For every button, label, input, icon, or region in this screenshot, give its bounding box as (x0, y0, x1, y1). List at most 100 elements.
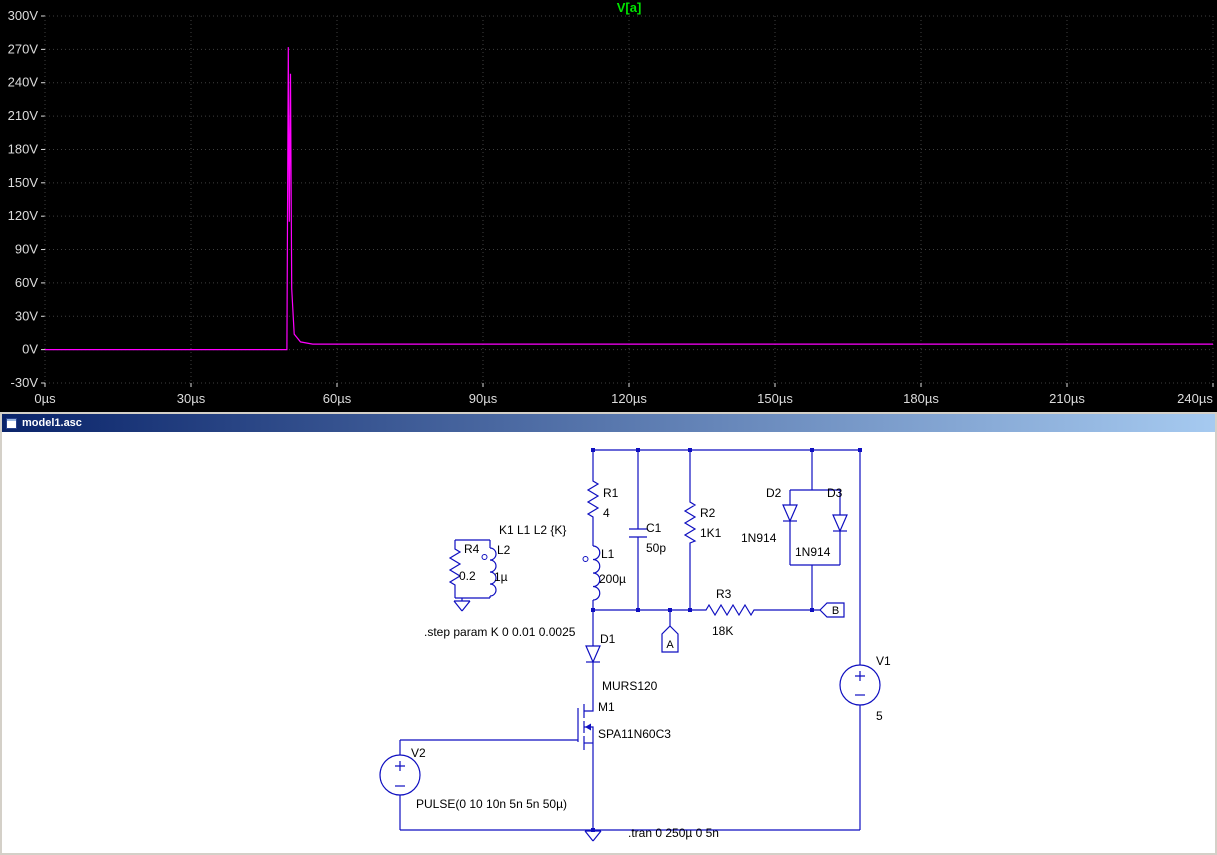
junction-dot (858, 448, 862, 452)
component-D1[interactable]: D1 MURS120 (585, 632, 658, 693)
x-tick-label: 90µs (469, 391, 498, 406)
component-value[interactable]: 1µ (494, 570, 508, 584)
component-value[interactable]: 200µ (599, 572, 626, 586)
y-tick-label: 0V (22, 342, 38, 357)
y-tick-label: 60V (15, 275, 38, 290)
component-value[interactable]: PULSE(0 10 10n 5n 5n 50µ) (416, 797, 567, 811)
component-label[interactable]: R4 (464, 542, 480, 556)
y-tick-label: 270V (8, 41, 39, 56)
component-label[interactable]: D2 (766, 486, 782, 500)
component-label[interactable]: V1 (876, 654, 891, 668)
component-label[interactable]: V2 (411, 746, 426, 760)
junction-dot (636, 448, 640, 452)
schematic-window-title: model1.asc (22, 417, 82, 429)
y-tick-label: 30V (15, 308, 38, 323)
x-tick-label: 0µs (34, 391, 56, 406)
component-R2[interactable]: R2 1K1 (683, 499, 722, 544)
component-label[interactable]: L1 (601, 547, 615, 561)
component-V1[interactable]: V1 5 (839, 654, 891, 723)
component-D2[interactable]: D2 1N914 (741, 486, 798, 545)
component-label[interactable]: D1 (600, 632, 616, 646)
schematic-canvas[interactable]: R1 4 C1 50p R2 1K1 D2 1N914 D3 1N914 R4 … (2, 432, 1215, 853)
diode-symbol (782, 504, 798, 523)
component-value[interactable]: 1N914 (741, 531, 777, 545)
component-label[interactable]: R3 (716, 587, 732, 601)
component-V2[interactable]: V2 PULSE(0 10 10n 5n 5n 50µ) (379, 746, 567, 811)
ground-symbol-main[interactable] (584, 830, 602, 842)
x-tick-label: 150µs (757, 391, 793, 406)
spice-directive-coupling[interactable]: K1 L1 L2 {K} (499, 523, 566, 537)
schematic-window-icon (6, 417, 17, 429)
y-tick-label: 240V (8, 75, 39, 90)
component-label[interactable]: C1 (646, 521, 662, 535)
net-label[interactable]: A (666, 639, 674, 651)
component-label[interactable]: M1 (598, 700, 615, 714)
component-label[interactable]: L2 (497, 543, 511, 557)
component-label[interactable]: R1 (603, 486, 619, 500)
component-R4[interactable]: R4 0.2 (448, 542, 480, 588)
diode-symbol (832, 514, 848, 533)
waveform-pane[interactable]: 300V 270V 240V 210V 180V 150V 120V 90V 60V 30V 0V -… (0, 0, 1217, 412)
y-tick-label: 90V (15, 242, 38, 257)
component-value[interactable]: 5 (876, 709, 883, 723)
component-value[interactable]: 18K (712, 624, 733, 638)
spice-directive-tran[interactable]: .tran 0 250µ 0 5n (628, 826, 719, 840)
junction-dot (668, 608, 672, 612)
component-value[interactable]: 1K1 (700, 526, 722, 540)
capacitor-symbol (629, 528, 647, 538)
component-value[interactable]: 0.2 (459, 569, 476, 583)
spice-directive-step[interactable]: .step param K 0 0.01 0.0025 (424, 625, 576, 639)
component-label[interactable]: R2 (700, 506, 716, 520)
junction-dot (810, 448, 814, 452)
schematic-window-frame: model1.asc R1 4 C1 50p R2 1K1 D2 1N914 D… (0, 412, 1217, 855)
component-L1[interactable]: L1 200µ (582, 545, 626, 601)
y-tick-label: -30V (11, 375, 39, 390)
x-tick-label: 120µs (611, 391, 647, 406)
junction-dot (810, 608, 814, 612)
y-tick-label: 300V (8, 8, 39, 23)
wires (399, 449, 861, 831)
junction-dot (636, 608, 640, 612)
plus-sign (395, 761, 405, 771)
x-tick-label: 210µs (1049, 391, 1085, 406)
component-L2[interactable]: L2 1µ (481, 543, 511, 597)
x-tick-label: 180µs (903, 391, 939, 406)
component-value[interactable]: 50p (646, 541, 666, 555)
net-flag-A[interactable]: A (661, 625, 679, 653)
component-C1[interactable]: C1 50p (629, 521, 666, 555)
y-tick-label: 210V (8, 108, 39, 123)
y-tick-label: 150V (8, 175, 39, 190)
x-tick-label: 30µs (177, 391, 206, 406)
resistor-symbol (703, 603, 757, 617)
plot-title[interactable]: V[a] (617, 0, 642, 15)
net-flag-B[interactable]: B (819, 602, 845, 618)
component-value[interactable]: 4 (603, 506, 610, 520)
waveform-plot[interactable]: 300V 270V 240V 210V 180V 150V 120V 90V 60V 30V 0V -… (0, 0, 1217, 412)
component-R1[interactable]: R1 4 (586, 478, 619, 520)
phase-dot (481, 554, 488, 560)
ground-symbol-aux[interactable] (453, 600, 471, 612)
schematic-pane[interactable]: R1 4 C1 50p R2 1K1 D2 1N914 D3 1N914 R4 … (2, 432, 1215, 853)
resistor-symbol (683, 499, 697, 544)
component-D3[interactable]: D3 1N914 (795, 486, 848, 559)
phase-dot (582, 556, 589, 562)
junction-dot (591, 608, 595, 612)
net-label[interactable]: B (832, 605, 839, 617)
component-value[interactable]: 1N914 (795, 545, 831, 559)
diode-symbol (585, 645, 601, 664)
mosfet-drain-lead (584, 694, 594, 712)
component-M1[interactable]: M1 SPA11N60C3 (577, 694, 671, 758)
junction-dot (688, 448, 692, 452)
wire-junctions (591, 448, 862, 832)
x-tick-label: 240µs (1177, 391, 1213, 406)
ground-icon (453, 600, 471, 612)
junction-dot (688, 608, 692, 612)
component-value[interactable]: MURS120 (602, 679, 658, 693)
y-tick-label: 120V (8, 208, 39, 223)
resistor-symbol (586, 478, 600, 518)
component-label[interactable]: D3 (827, 486, 843, 500)
component-R3[interactable]: R3 18K (703, 587, 757, 638)
junction-dot (591, 448, 595, 452)
component-value[interactable]: SPA11N60C3 (598, 727, 671, 741)
schematic-titlebar[interactable]: model1.asc (2, 414, 1215, 432)
